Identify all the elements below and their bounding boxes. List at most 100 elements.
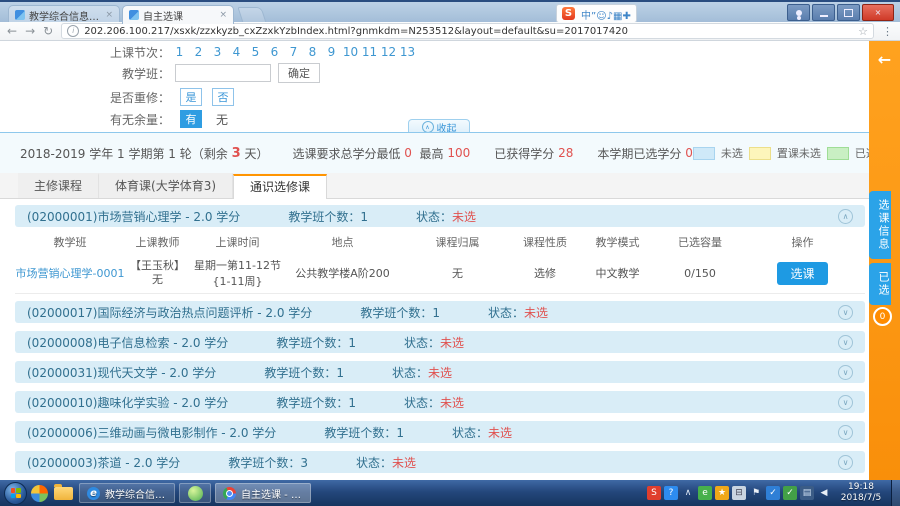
taskbar-item-portal[interactable]: e 教学综合信息服... [79,483,175,503]
course-row-collapsed[interactable]: (02000010)趣味化学实验 - 2.0 学分 教学班个数：1 状态：未选 … [15,391,865,413]
period-number[interactable]: 4 [227,45,246,59]
sogou-ime-toolbar: S 中”☺♪▦✚ [556,4,637,23]
new-tab-button[interactable] [237,7,266,23]
earned-credit: 28 [558,146,573,160]
sogou-tray-icon[interactable]: S [647,486,661,500]
maximize-button[interactable] [837,4,860,21]
site-info-icon[interactable]: i [67,25,79,37]
ime-tool-icon[interactable]: ✚ [622,11,630,22]
chevron-up-icon[interactable]: ∧ [838,209,853,224]
course-category-tab[interactable]: 通识选修课 [233,174,327,199]
back-icon[interactable]: ← [7,25,17,37]
current-credit: 0 [685,146,693,160]
course-title: (02000001)市场营销心理学 - 2.0 学分 [27,208,240,225]
capacity-yes-button[interactable]: 有 [180,110,202,128]
class-name-input[interactable] [175,64,271,82]
ime-tool-icon[interactable]: ☺ [596,11,606,22]
tab-close-icon[interactable]: × [105,10,113,20]
period-number[interactable]: 12 [379,45,398,59]
chevron-down-icon[interactable]: ∨ [838,335,853,350]
url-text[interactable]: 202.206.100.217/xsxk/zzxkyzb_cxZzxkYzbIn… [84,26,853,37]
taskbar-clock[interactable]: 19:18 2018/7/5 [835,482,887,504]
close-button[interactable]: × [862,4,894,21]
flag-icon[interactable]: ⚑ [749,486,763,500]
period-number[interactable]: 7 [284,45,303,59]
retake-yes-button[interactable]: 是 [180,88,202,106]
back-arrow-icon[interactable]: ← [875,50,895,69]
browser-menu-icon[interactable]: ⋮ [882,25,893,38]
show-desktop-button[interactable] [891,480,900,506]
course-category-tabs: 主修课程体育课(大学体育3)通识选修课 [0,173,869,199]
filter-row-class: 教学班： 确定 [0,63,320,83]
period-number[interactable]: 5 [246,45,265,59]
shield-green-icon[interactable]: ✓ [783,486,797,500]
explorer-folder-icon[interactable] [54,487,73,500]
select-course-button[interactable]: 选课 [777,262,827,285]
tab-close-icon[interactable]: × [219,10,227,20]
filter-row-capacity: 有无余量： 有 无 [0,109,228,129]
course-category-tab[interactable]: 体育课(大学体育3) [99,173,233,198]
place-cell: 公共教学楼A阶200 [285,265,400,281]
period-number[interactable]: 2 [189,45,208,59]
start-button[interactable] [4,482,27,505]
side-tab-selected[interactable]: 已选 [869,263,891,305]
course-row-collapsed[interactable]: (02000008)电子信息检索 - 2.0 学分 教学班个数：1 状态：未选 … [15,331,865,353]
chevron-down-icon[interactable]: ∨ [838,395,853,410]
shield-blue-icon[interactable]: ✓ [766,486,780,500]
tab-title: 教学综合信息服务平台 [29,8,101,23]
period-number[interactable]: 6 [265,45,284,59]
course-row-collapsed[interactable]: (02000003)茶道 - 2.0 学分 教学班个数：3 状态：未选 ∨ [15,451,865,473]
security-star-icon[interactable]: ★ [715,486,729,500]
chevron-down-icon[interactable]: ∨ [838,305,853,320]
period-number[interactable]: 8 [303,45,322,59]
chevron-down-icon[interactable]: ∨ [838,455,853,470]
period-number[interactable]: 1 [170,45,189,59]
sogou-browser-icon[interactable] [31,485,48,502]
time-cell: 星期一第11-12节{1-11周} [190,257,285,289]
qq-tray-icon[interactable]: ? [664,486,678,500]
period-number[interactable]: 11 [360,45,379,59]
taskbar-item-chrome[interactable]: 自主选课 - Goog... [215,483,311,503]
period-number[interactable]: 10 [341,45,360,59]
credit-min: 0 [404,146,412,160]
windows-logo-icon [11,488,21,498]
network-icon[interactable]: ▤ [800,486,814,500]
refresh-icon[interactable]: ↻ [43,25,53,37]
period-number[interactable]: 13 [398,45,417,59]
retake-label: 是否重修： [0,89,170,106]
chevron-down-icon[interactable]: ∨ [838,425,853,440]
sogou-logo-icon[interactable]: S [562,7,575,20]
period-number[interactable]: 9 [322,45,341,59]
profile-icon[interactable] [787,4,810,21]
ime-tool-icon[interactable]: 中 [581,11,591,22]
forward-icon[interactable]: → [25,25,35,37]
chevron-down-icon[interactable]: ∨ [838,365,853,380]
course-row-collapsed[interactable]: (02000006)三维动画与微电影制作 - 2.0 学分 教学班个数：1 状态… [15,421,865,443]
course-category-tab[interactable]: 主修课程 [18,173,99,198]
bookmark-star-icon[interactable]: ☆ [858,25,868,38]
course-row-collapsed[interactable]: (02000017)国际经济与政治热点问题评析 - 2.0 学分 教学班个数：1… [15,301,865,323]
period-number[interactable]: 3 [208,45,227,59]
course-row-collapsed[interactable]: (02000031)现代天文学 - 2.0 学分 教学班个数：1 状态：未选 ∨ [15,361,865,383]
course-class-count: 教学班个数：1 [288,208,368,225]
course-row-expanded[interactable]: (02000001)市场营销心理学 - 2.0 学分 教学班个数：1 状态：未选… [15,205,865,227]
column-header: 上课时间 [190,234,285,250]
course-title: (02000017)国际经济与政治热点问题评析 - 2.0 学分 [27,304,312,321]
side-tab-selection-info[interactable]: 选课信息 [869,191,891,259]
taskbar-item-app[interactable] [179,483,211,503]
ie-green-icon[interactable]: e [698,486,712,500]
retake-no-button[interactable]: 否 [212,88,234,106]
course-class-count: 教学班个数：1 [276,334,356,351]
browser-tab-course-select[interactable]: 自主选课 × [122,5,234,24]
tray-expand-icon[interactable]: ∧ [681,486,695,500]
course-status: 未选 [440,394,464,411]
table-row: 市场营销心理学-0001 【王玉秋】无 星期一第11-12节{1-11周} 公共… [15,253,865,294]
printer-icon[interactable]: ⊟ [732,486,746,500]
address-bar[interactable]: i 202.206.100.217/xsxk/zzxkyzb_cxZzxkYzb… [61,23,874,39]
capacity-no-button[interactable]: 无 [216,111,228,128]
volume-icon[interactable]: ◀ [817,486,831,500]
confirm-button[interactable]: 确定 [278,63,320,83]
legend-label: 置课未选 [777,145,821,161]
class-name-link[interactable]: 市场营销心理学-0001 [15,265,125,281]
minimize-button[interactable] [812,4,835,21]
